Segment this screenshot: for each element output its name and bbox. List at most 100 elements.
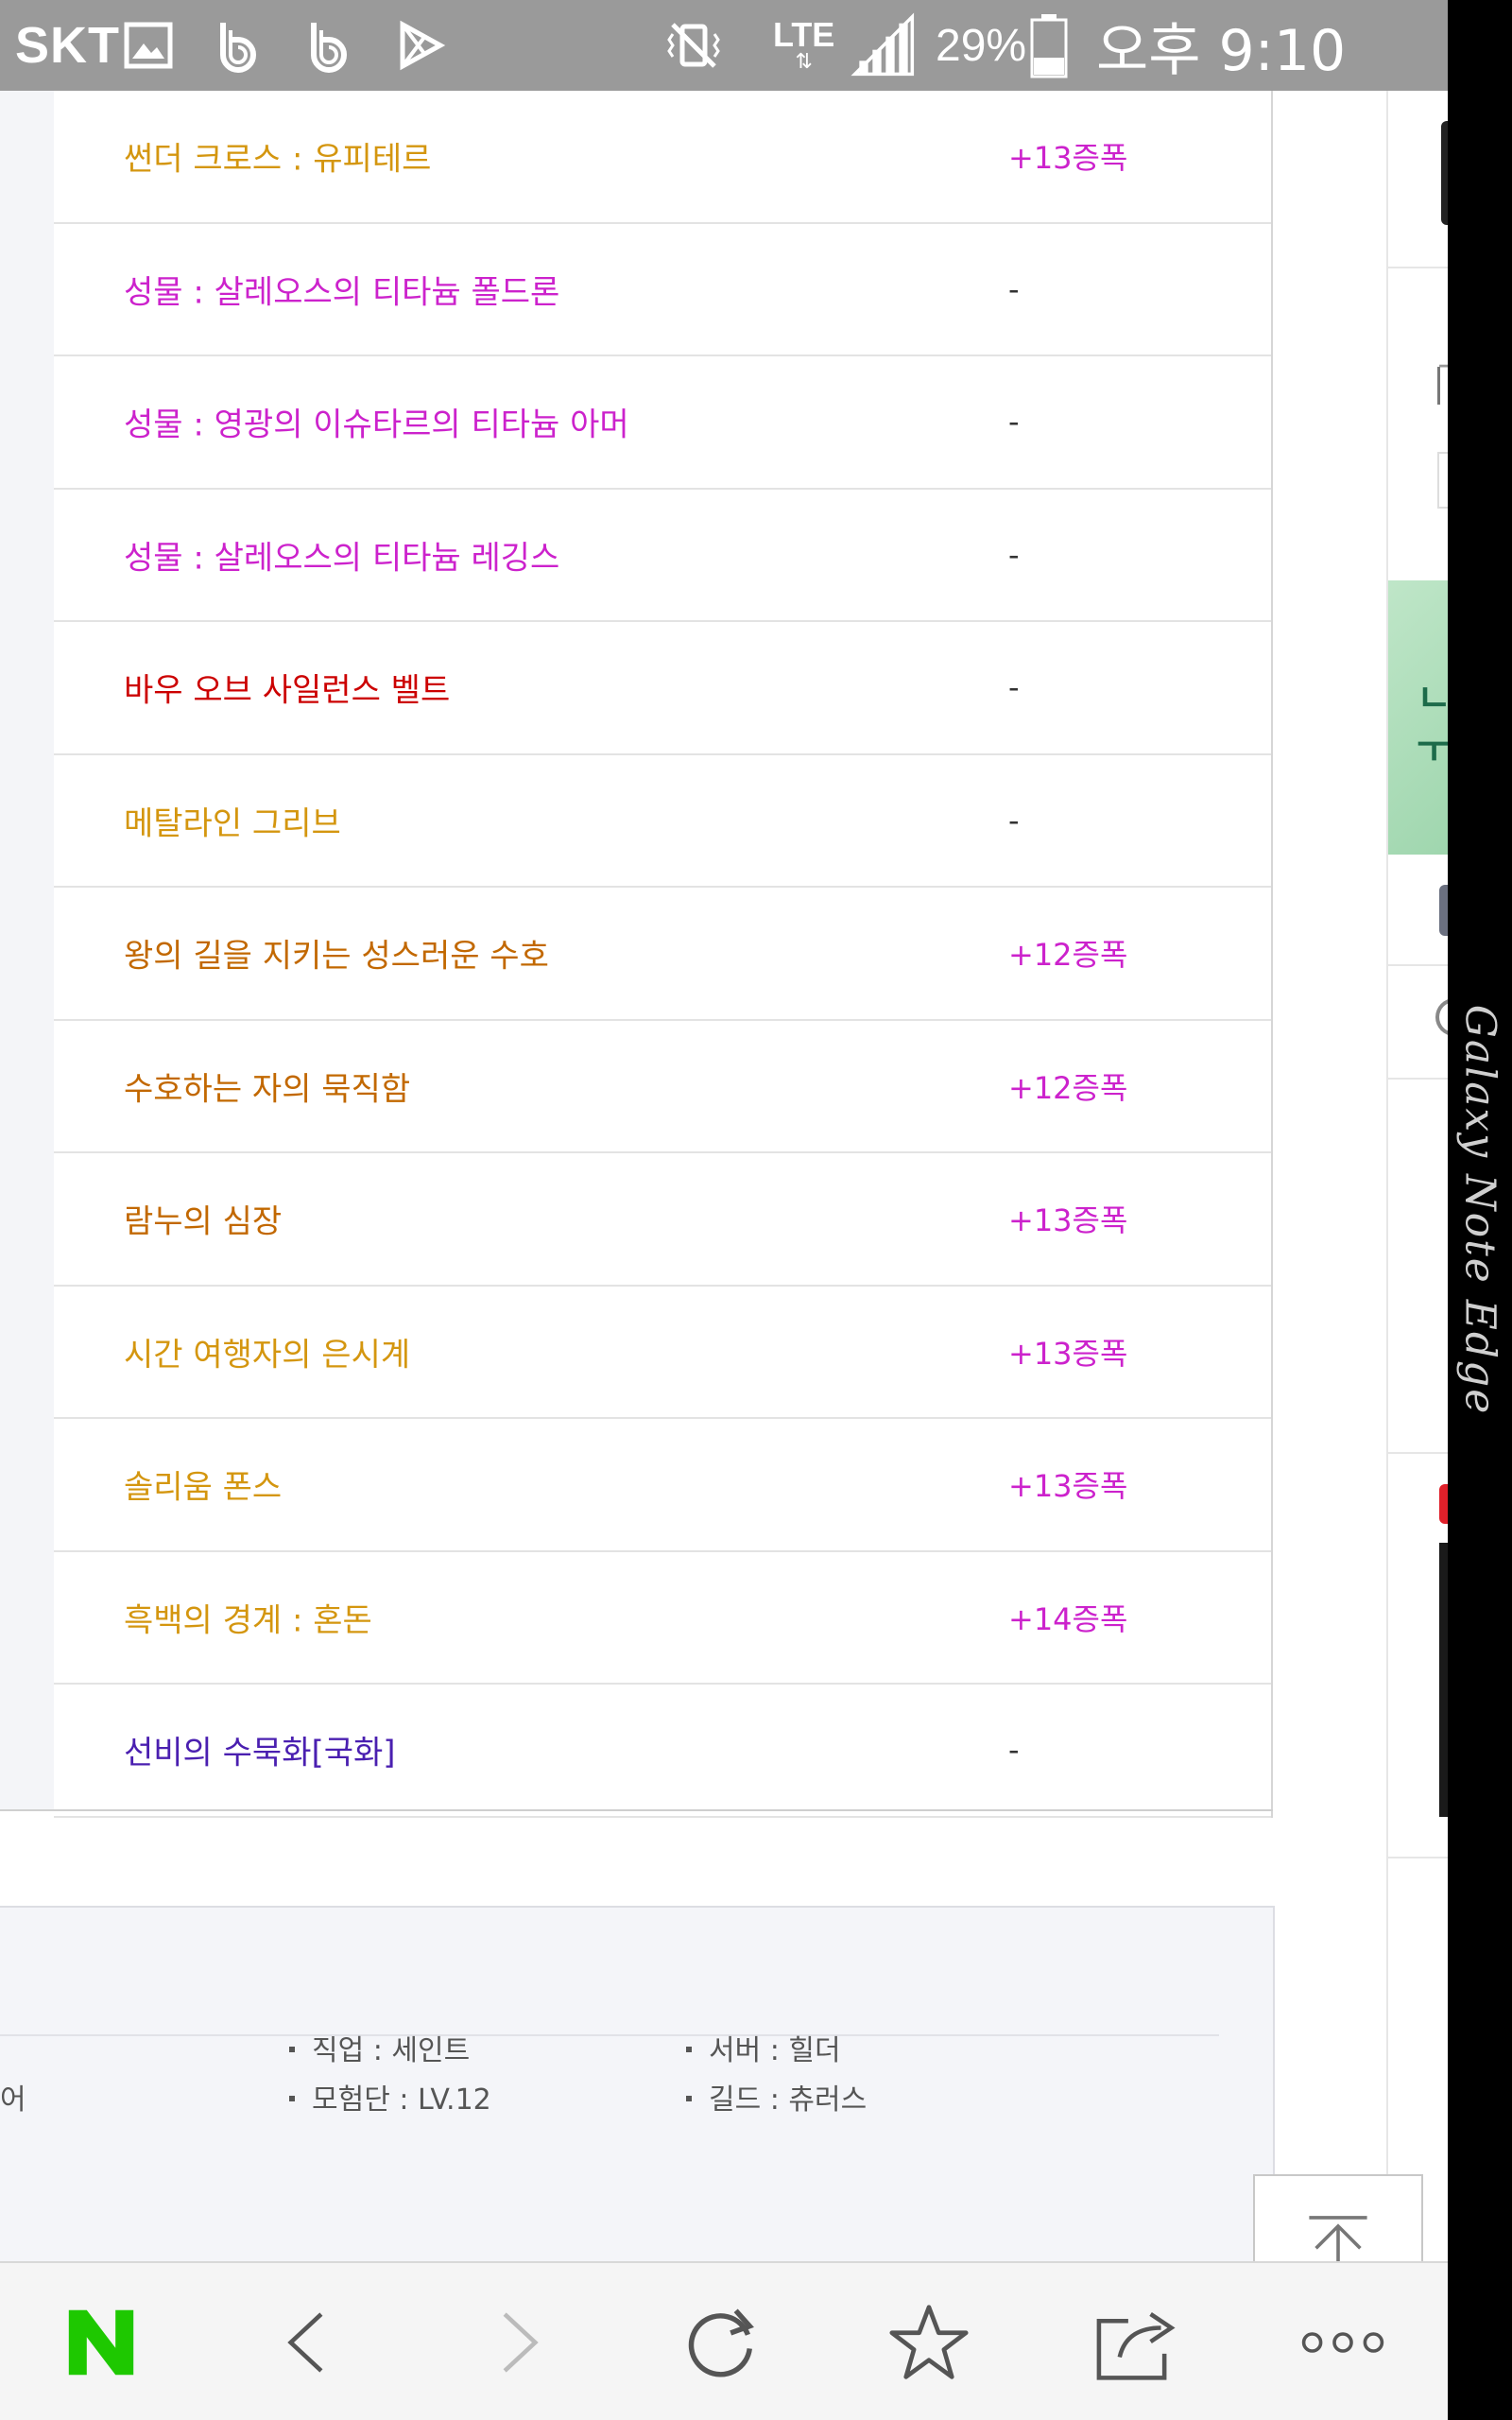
- adventure-label: 모험단 : LV.12: [312, 2083, 491, 2117]
- item-enhance-value: -: [1008, 536, 1020, 573]
- star-icon: [889, 2305, 969, 2379]
- refresh-icon: [688, 2308, 754, 2377]
- item-enhance-value: +12증폭: [1008, 1069, 1128, 1106]
- more-dots-icon: [1301, 2332, 1384, 2353]
- sidebar-divider: [1388, 1452, 1448, 1454]
- device-edge-label: Galaxy Note Edge: [1455, 1004, 1504, 1416]
- item-name-link[interactable]: 성물 : 살레오스의 티타늄 폴드론: [124, 266, 559, 312]
- sidebar-thumbnail[interactable]: [1441, 121, 1448, 225]
- bullet: [289, 2046, 295, 2052]
- table-left-column: [0, 91, 54, 1811]
- character-profile-box: 어 직업 : 세인트 모험단 : LV.12 서버 : 힐더 길드 : 츄러스: [0, 1906, 1275, 2261]
- table-row: 성물 : 살레오스의 티타늄 레깅스 -: [54, 489, 1271, 622]
- table-row: 썬더 크로스 : 유피테르 +13증폭: [54, 91, 1271, 224]
- forward-button[interactable]: [450, 2263, 592, 2420]
- table-row: 솔리움 폰스 +13증폭: [54, 1419, 1271, 1552]
- table-row: 메탈라인 그리브 -: [54, 754, 1271, 888]
- sidebar-icon[interactable]: [1439, 885, 1448, 936]
- scroll-to-top-button[interactable]: [1253, 2174, 1423, 2261]
- sidebar-divider: [1388, 267, 1448, 268]
- sidebar-video-thumbnail[interactable]: [1439, 1543, 1448, 1817]
- vibrate-mute-icon: [665, 0, 722, 91]
- status-bar: SKT LTE ⇅ 29% 오후 9:10: [0, 0, 1448, 91]
- sidebar-red-badge[interactable]: [1439, 1484, 1448, 1524]
- bullet: [686, 2095, 692, 2101]
- profile-partial-text: 어: [0, 2083, 26, 2117]
- network-type-label: LTE: [773, 15, 835, 54]
- equipment-table: 썬더 크로스 : 유피테르 +13증폭 성물 : 살레오스의 티타늄 폴드론 - 성물 …: [54, 91, 1273, 1818]
- carrier-label: SKT: [15, 17, 120, 74]
- lte-data-icon: LTE ⇅: [773, 15, 835, 74]
- table-row: 성물 : 영광의 이슈타르의 티타늄 아머 -: [54, 356, 1271, 490]
- item-enhance-value: +13증폭: [1008, 140, 1128, 177]
- table-row: 왕의 길을 지키는 성스러운 수호 +12증폭: [54, 888, 1271, 1021]
- b-app-icon: [301, 0, 357, 91]
- right-sidebar-partial: ㅗ ㄴ ㅜ: [1386, 91, 1448, 2261]
- item-name-link[interactable]: 성물 : 살레오스의 티타늄 레깅스: [124, 531, 559, 578]
- item-enhance-value: -: [1008, 669, 1020, 706]
- naver-home-button[interactable]: [30, 2263, 172, 2420]
- back-button[interactable]: [234, 2263, 376, 2420]
- item-name-link[interactable]: 성물 : 영광의 이슈타르의 티타늄 아머: [124, 399, 629, 445]
- arrow-up-icon: [1309, 2216, 1367, 2261]
- table-row: 흑백의 경계 : 혼돈 +14증폭: [54, 1551, 1271, 1685]
- item-name-link[interactable]: 흑백의 경계 : 혼돈: [124, 1594, 372, 1640]
- gallery-icon: [121, 0, 178, 91]
- play-store-icon: [391, 0, 448, 91]
- item-enhance-value: -: [1008, 1732, 1020, 1769]
- sidebar-divider: [1388, 964, 1448, 966]
- chevron-left-icon: [287, 2312, 323, 2373]
- bullet: [289, 2095, 295, 2101]
- table-row: 람누의 심장 +13증폭: [54, 1153, 1271, 1287]
- sidebar-input-partial[interactable]: [1437, 452, 1448, 509]
- job-info: 직업 : 세인트: [289, 2027, 470, 2068]
- share-icon: [1096, 2312, 1176, 2380]
- item-name-link[interactable]: 시간 여행자의 은시계: [124, 1328, 410, 1374]
- guild-label: 길드 : 츄러스: [709, 2083, 868, 2117]
- item-name-link[interactable]: 수호하는 자의 묵직함: [124, 1063, 410, 1109]
- item-enhance-value: -: [1008, 404, 1020, 441]
- b-app-icon: [210, 0, 266, 91]
- item-name-link[interactable]: 메탈라인 그리브: [124, 797, 341, 843]
- table-row: 수호하는 자의 묵직함 +12증폭: [54, 1020, 1271, 1153]
- item-name-link[interactable]: 선비의 수묵화[국화]: [124, 1727, 396, 1773]
- battery-percent: 29%: [936, 20, 1027, 71]
- refresh-button[interactable]: [652, 2263, 794, 2420]
- sidebar-divider: [1388, 1078, 1448, 1080]
- guild-info: 길드 : 츄러스: [686, 2076, 867, 2118]
- sidebar-divider: [1388, 1857, 1448, 1858]
- item-name-link[interactable]: 바우 오브 사일런스 벨트: [124, 665, 450, 711]
- sidebar-partial-text: [1437, 367, 1448, 405]
- job-label: 직업 : 세인트: [312, 2034, 471, 2067]
- share-button[interactable]: [1066, 2263, 1208, 2420]
- clock: 오후 9:10: [1096, 17, 1347, 84]
- more-button[interactable]: [1272, 2263, 1414, 2420]
- profile-divider: [0, 2034, 1219, 2036]
- item-enhance-value: +13증폭: [1008, 1468, 1128, 1505]
- adventure-info: 모험단 : LV.12: [289, 2076, 491, 2118]
- page-content: 썬더 크로스 : 유피테르 +13증폭 성물 : 살레오스의 티타늄 폴드론 - 성물 …: [0, 91, 1448, 2261]
- table-row: 성물 : 살레오스의 티타늄 폴드론 -: [54, 223, 1271, 356]
- table-row: 시간 여행자의 은시계 +13증폭: [54, 1286, 1271, 1419]
- item-name-link[interactable]: 왕의 길을 지키는 성스러운 수호: [124, 930, 549, 977]
- bookmark-button[interactable]: [858, 2263, 1000, 2420]
- item-enhance-value: +14증폭: [1008, 1600, 1128, 1637]
- battery-icon: [1030, 0, 1068, 91]
- banner-partial-text: ㄴ: [1417, 677, 1448, 720]
- sidebar-icon[interactable]: [1435, 998, 1448, 1036]
- server-info: 서버 : 힐더: [686, 2027, 841, 2068]
- signal-icon: [850, 0, 917, 91]
- item-enhance-value: +13증폭: [1008, 1202, 1128, 1239]
- naver-logo-icon: [68, 2309, 134, 2376]
- table-row: 바우 오브 사일런스 벨트 -: [54, 622, 1271, 755]
- banner-partial-text: ㅜ: [1417, 728, 1448, 771]
- item-name-link[interactable]: 람누의 심장: [124, 1196, 282, 1242]
- item-name-link[interactable]: 썬더 크로스 : 유피테르: [124, 133, 431, 180]
- table-row: 선비의 수묵화[국화] -: [54, 1685, 1271, 1818]
- server-label: 서버 : 힐더: [709, 2034, 841, 2067]
- item-name-link[interactable]: 솔리움 폰스: [124, 1461, 282, 1508]
- item-enhance-value: +12증폭: [1008, 937, 1128, 974]
- item-enhance-value: +13증폭: [1008, 1335, 1128, 1372]
- sidebar-banner[interactable]: ㄴ ㅜ: [1388, 580, 1448, 855]
- browser-bottom-bar: [0, 2261, 1448, 2420]
